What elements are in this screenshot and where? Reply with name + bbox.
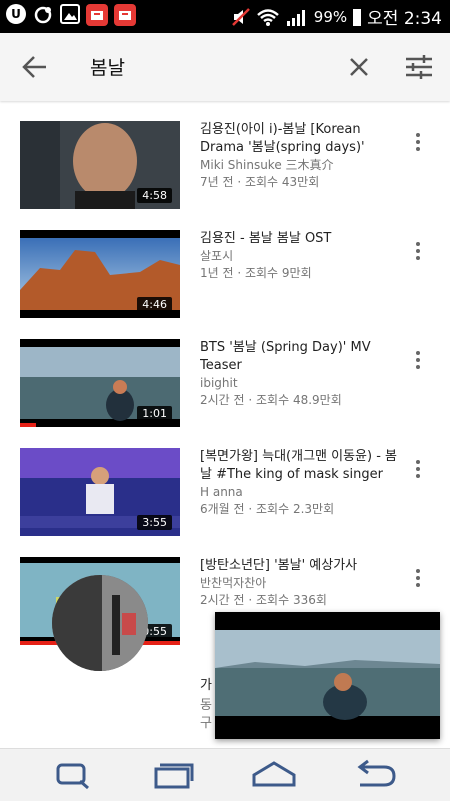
status-left-icons: U	[6, 4, 136, 26]
video-meta[interactable]: 김용진 - 봄날 봄날 OST 살포시 1년 전 · 조회수 9만회	[200, 230, 400, 282]
app-icon-red-1	[86, 4, 108, 26]
video-result-item[interactable]: 4:58 김용진(아이 i)-봄날 [Korean Drama '봄날(spri…	[0, 101, 450, 209]
channel-name: 살포시	[200, 249, 234, 263]
video-stats: 2시간 전 · 조회수 48.9만회	[200, 393, 342, 407]
mini-player-video	[215, 612, 440, 739]
mute-icon	[231, 7, 250, 26]
video-title: [방탄소년단] '봄날' 예상가사	[200, 558, 358, 573]
video-title: 김용진 - 봄날 봄날 OST	[200, 231, 332, 246]
u-icon: U	[6, 4, 26, 24]
app-icon-red-2	[114, 4, 136, 26]
channel-name: ibighit	[200, 376, 238, 390]
arrow-back-icon[interactable]	[20, 53, 50, 81]
video-meta[interactable]: 김용진(아이 i)-봄날 [Korean Drama '봄날(spring da…	[200, 121, 400, 191]
watch-progress-bar	[20, 423, 36, 427]
partial-item-line3: 구	[200, 716, 212, 731]
video-thumbnail[interactable]: 4:58	[20, 121, 180, 209]
status-bar: U 99% 오전 2:34	[0, 0, 450, 33]
search-nav-icon[interactable]	[52, 759, 96, 791]
signal-icon	[286, 9, 305, 26]
video-title: 김용진(아이 i)-봄날 [Korean Drama '봄날(spring da…	[200, 122, 365, 155]
duration-badge: 4:46	[137, 297, 172, 312]
video-meta[interactable]: [복면가왕] 늑대(개그맨 이동윤) - 봄날 #The king of mas…	[200, 448, 400, 518]
home-icon[interactable]	[252, 759, 296, 791]
recent-apps-icon[interactable]	[152, 759, 196, 791]
more-vert-icon[interactable]	[410, 349, 426, 371]
wifi-icon	[256, 8, 279, 26]
clock: 오전 2:34	[367, 9, 442, 29]
system-nav-bar	[0, 748, 450, 801]
video-stats: 2시간 전 · 조회수 336회	[200, 593, 327, 607]
duration-badge: 4:58	[137, 188, 172, 203]
back-nav-icon[interactable]	[352, 759, 396, 791]
circle-icon	[32, 4, 54, 26]
video-meta[interactable]: [방탄소년단] '봄날' 예상가사 반찬먹자찬아 2시간 전 · 조회수 336…	[200, 557, 400, 609]
mini-player[interactable]	[215, 612, 440, 739]
channel-name: Miki Shinsuke 三木真介	[200, 158, 334, 172]
video-result-item[interactable]: 1:01 BTS '봄날 (Spring Day)' MV Teaser ibi…	[0, 319, 450, 427]
video-stats: 1년 전 · 조회수 9만회	[200, 266, 312, 280]
video-title: BTS '봄날 (Spring Day)' MV Teaser	[200, 340, 371, 373]
video-stats: 7년 전 · 조회수 43만회	[200, 175, 320, 189]
duration-badge: 1:01	[137, 406, 172, 421]
duration-badge: 3:55	[137, 515, 172, 530]
battery-icon	[353, 8, 362, 26]
search-query[interactable]: 봄날	[90, 53, 125, 80]
video-thumbnail[interactable]: 4:46	[20, 230, 180, 318]
video-meta[interactable]: BTS '봄날 (Spring Day)' MV Teaser ibighit …	[200, 339, 400, 409]
video-stats: 6개월 전 · 조회수 2.3만회	[200, 502, 335, 516]
more-vert-icon[interactable]	[410, 567, 426, 589]
battery-level: 99%	[313, 7, 348, 26]
filter-sliders-icon[interactable]	[404, 53, 434, 81]
channel-name: H anna	[200, 485, 243, 499]
search-app-bar: 봄날	[0, 33, 450, 101]
video-thumbnail[interactable]: 1:01	[20, 339, 180, 427]
video-thumbnail[interactable]: 3:55	[20, 448, 180, 536]
video-title: [복면가왕] 늑대(개그맨 이동윤) - 봄날 #The king of mas…	[200, 449, 397, 482]
channel-name: 반찬먹자찬아	[200, 576, 267, 590]
video-result-item[interactable]: 3:55 [복면가왕] 늑대(개그맨 이동윤) - 봄날 #The king o…	[0, 428, 450, 536]
partial-item-line2: 동	[200, 698, 212, 713]
video-result-item[interactable]: 4:46 김용진 - 봄날 봄날 OST 살포시 1년 전 · 조회수 9만회	[0, 210, 450, 318]
avatar-image	[52, 575, 148, 671]
more-vert-icon[interactable]	[410, 458, 426, 480]
status-right: 99% 오전 2:34	[231, 4, 442, 29]
partial-item-title: 가	[200, 678, 212, 693]
more-vert-icon[interactable]	[410, 131, 426, 153]
close-icon[interactable]	[346, 54, 372, 80]
more-vert-icon[interactable]	[410, 240, 426, 262]
image-icon	[60, 4, 80, 24]
channel-avatar[interactable]	[52, 575, 148, 671]
